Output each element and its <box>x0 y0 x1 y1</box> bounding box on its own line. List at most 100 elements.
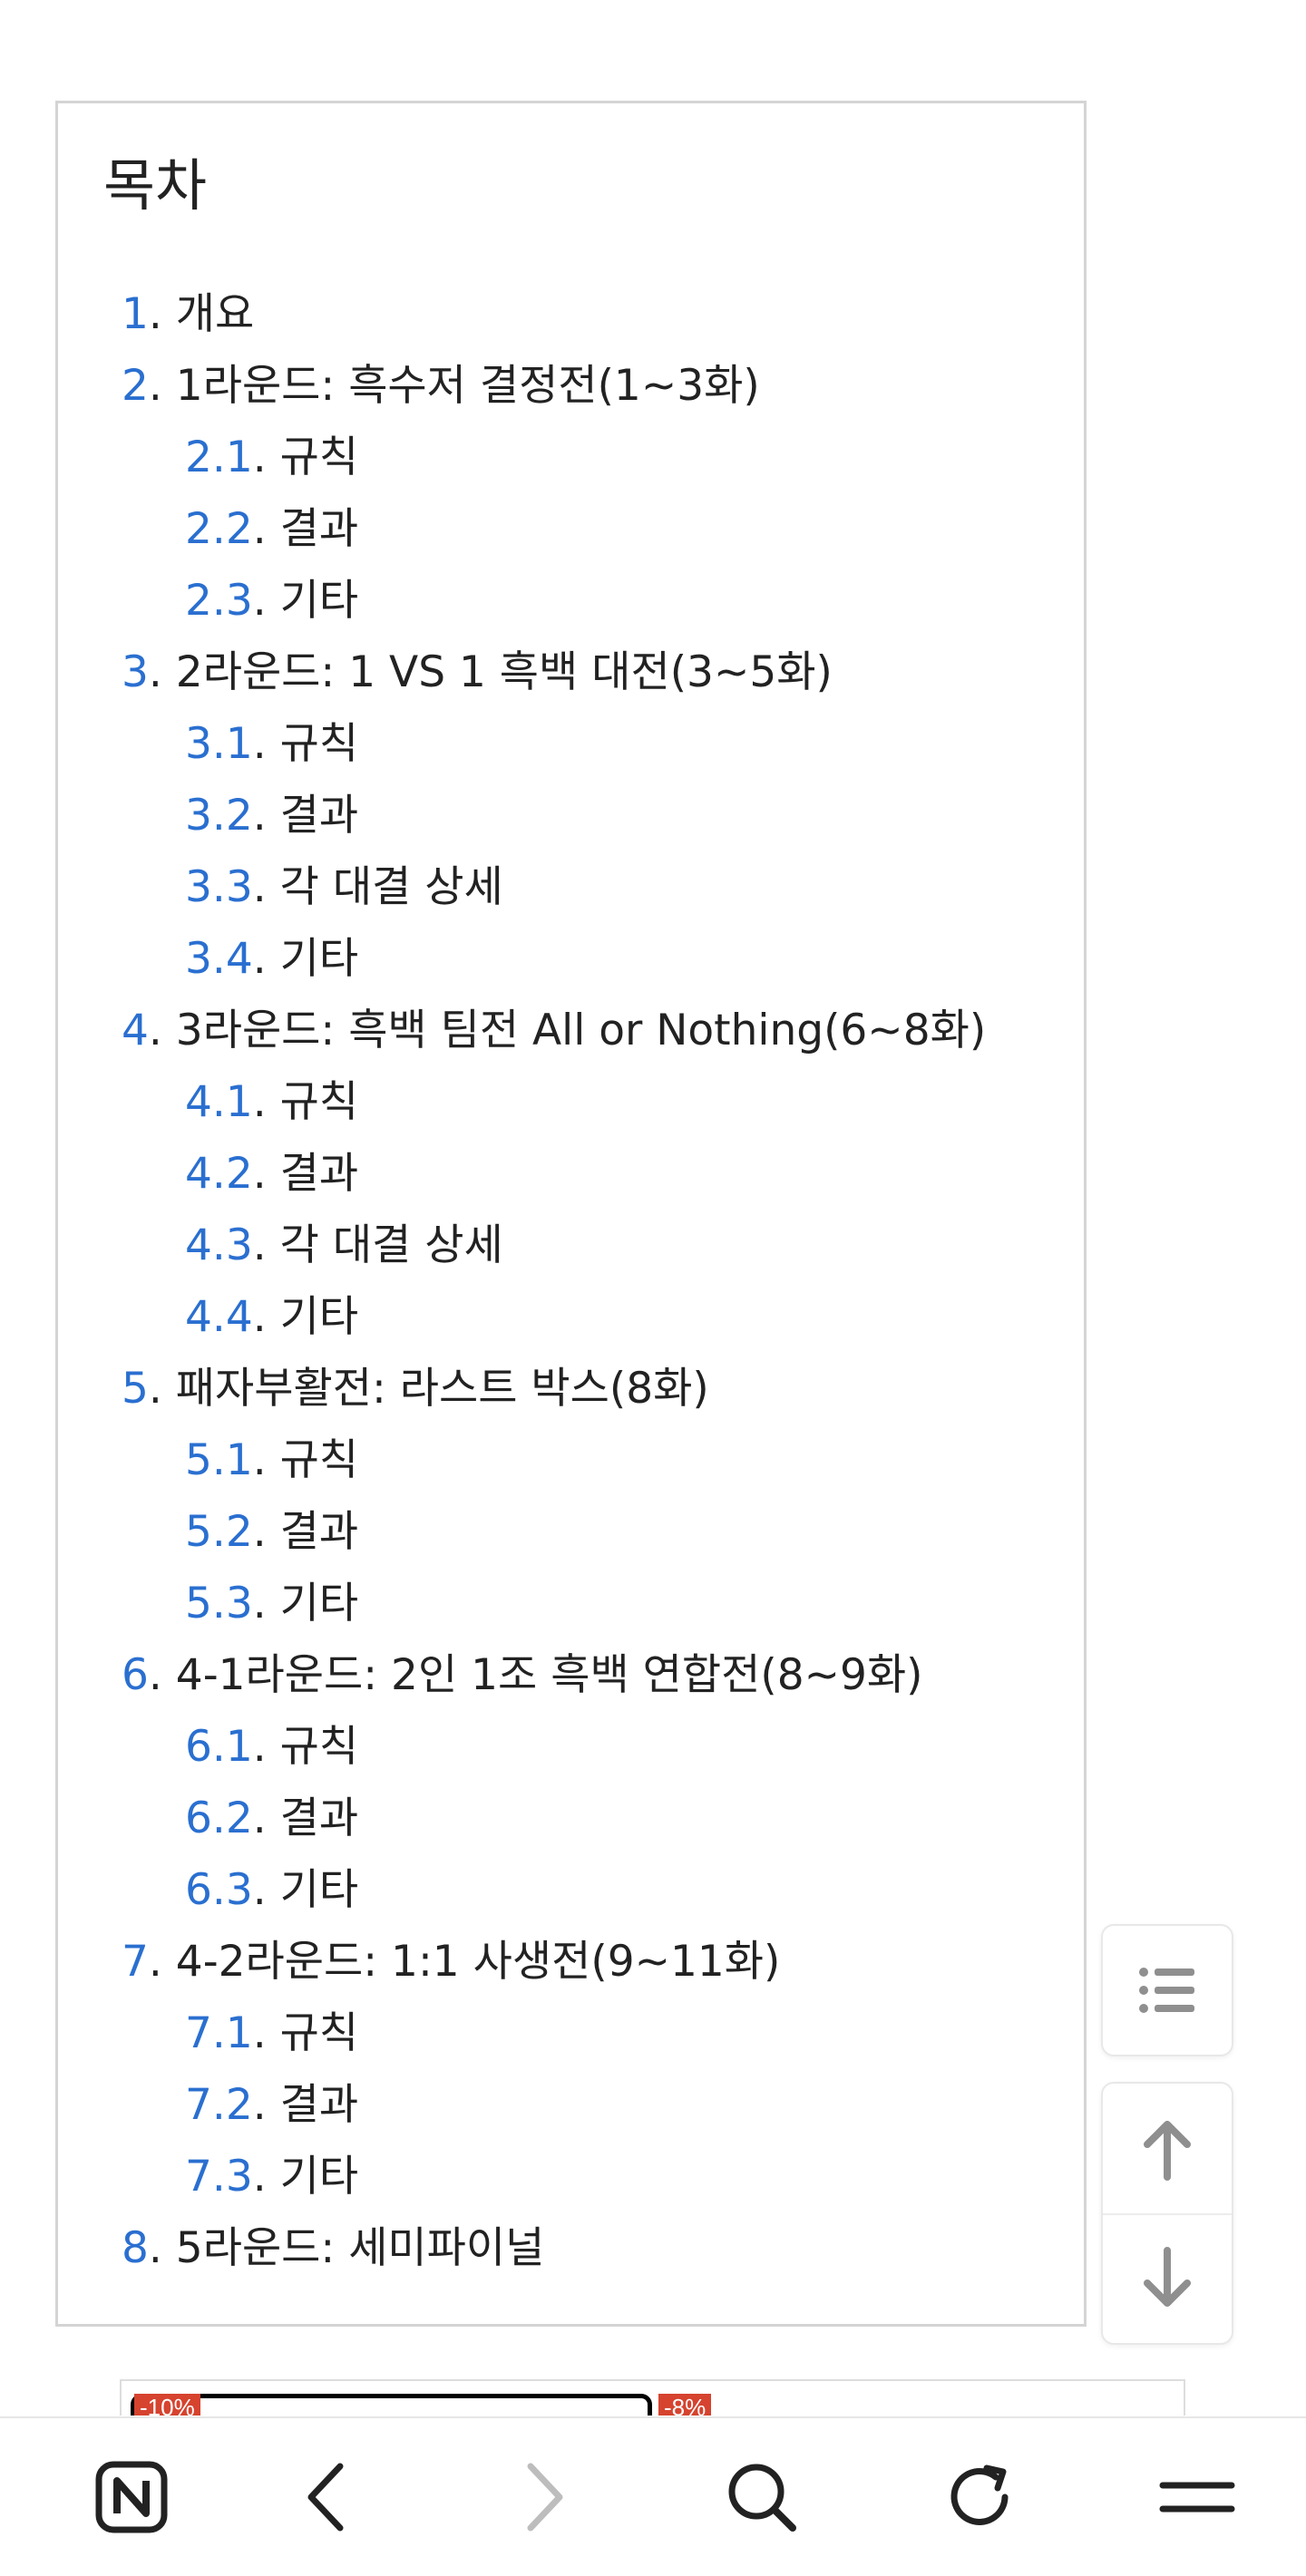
toc-item-separator: . <box>148 2223 176 2273</box>
toc-item-label: 규칙 <box>279 1722 359 1772</box>
toc-item-separator: . <box>252 719 280 769</box>
toc-item-number-link[interactable]: 8 <box>122 2223 149 2273</box>
toc-item-label: 결과 <box>279 791 359 841</box>
toc-item-number-link[interactable]: 2.2 <box>185 504 253 554</box>
arrow-up-icon <box>1144 2120 1191 2181</box>
toc-item: 7.2. 결과 <box>122 2069 986 2141</box>
toc-item-separator: . <box>252 791 280 841</box>
toc-item-number-link[interactable]: 3.2 <box>185 791 253 841</box>
menu-icon <box>1159 2482 1235 2513</box>
toc-item-number-link[interactable]: 6.3 <box>185 1865 253 1915</box>
toc-item-number-link[interactable]: 4.3 <box>185 1220 253 1270</box>
scroll-up-button[interactable] <box>1103 2084 1232 2215</box>
toc-item-number-link[interactable]: 5 <box>122 1364 149 1414</box>
toc-item-separator: . <box>252 862 280 912</box>
toc-item-number-link[interactable]: 5.2 <box>185 1507 253 1557</box>
namuwiki-home-icon <box>95 2461 168 2533</box>
toc-item-number-link[interactable]: 4.2 <box>185 1149 253 1199</box>
refresh-button[interactable] <box>916 2418 1043 2576</box>
toc-item-label: 5라운드: 세미파이널 <box>175 2223 545 2273</box>
toc-item-separator: . <box>252 1722 280 1772</box>
toc-item: 3. 2라운드: 1 VS 1 흑백 대전(3~5화) <box>122 637 986 708</box>
search-button[interactable] <box>698 2418 825 2576</box>
scroll-controls <box>1101 2082 1233 2345</box>
forward-chevron-icon <box>527 2463 563 2532</box>
toc-item-separator: . <box>148 1364 176 1414</box>
toc-item-number-link[interactable]: 4.4 <box>185 1292 253 1342</box>
toc-item-separator: . <box>252 576 280 626</box>
toc-item: 6.1. 규칙 <box>122 1711 986 1783</box>
toc-item: 7. 4-2라운드: 1:1 사생전(9~11화) <box>122 1926 986 1998</box>
toc-item: 6. 4-1라운드: 2인 1조 흑백 연합전(8~9화) <box>122 1639 986 1711</box>
list-icon <box>1139 1968 1194 2013</box>
toc-item-number-link[interactable]: 2.3 <box>185 576 253 626</box>
toc-item: 2. 1라운드: 흑수저 결정전(1~3화) <box>122 350 986 422</box>
toc-item-number-link[interactable]: 3 <box>122 647 149 697</box>
toc-item-number-link[interactable]: 5.3 <box>185 1579 253 1628</box>
toc-item-number-link[interactable]: 7.2 <box>185 2080 253 2130</box>
toc-item-number-link[interactable]: 7.1 <box>185 2008 253 2058</box>
toc-item: 6.2. 결과 <box>122 1783 986 1854</box>
table-of-contents: 목차 1. 개요 2. 1라운드: 흑수저 결정전(1~3화) 2.1. 규칙 2.2… <box>55 101 1087 2327</box>
toc-item-separator: . <box>148 647 176 697</box>
toc-item-number-link[interactable]: 3.1 <box>185 719 253 769</box>
toc-item-separator: . <box>252 1507 280 1557</box>
toc-list: 1. 개요 2. 1라운드: 흑수저 결정전(1~3화) 2.1. 규칙 2.2. 결… <box>122 278 986 2284</box>
toc-item-label: 4-1라운드: 2인 1조 흑백 연합전(8~9화) <box>175 1650 923 1700</box>
forward-button[interactable] <box>481 2418 608 2576</box>
toc-item-number-link[interactable]: 6.2 <box>185 1793 253 1843</box>
toc-item-separator: . <box>148 361 176 411</box>
toc-item-label: 규칙 <box>279 433 359 482</box>
toc-item-separator: . <box>148 1006 176 1055</box>
toc-item-separator: . <box>252 1793 280 1843</box>
toc-item-number-link[interactable]: 6.1 <box>185 1722 253 1772</box>
toc-item-number-link[interactable]: 2.1 <box>185 433 253 482</box>
toc-item-number-link[interactable]: 3.4 <box>185 934 253 984</box>
home-button[interactable] <box>68 2418 195 2576</box>
toc-item-number-link[interactable]: 4.1 <box>185 1077 253 1127</box>
search-icon <box>728 2464 796 2532</box>
toc-item-number-link[interactable]: 7.3 <box>185 2152 253 2202</box>
toc-item-separator: . <box>252 1865 280 1915</box>
toc-item-separator: . <box>252 934 280 984</box>
toc-item-number-link[interactable]: 7 <box>122 1937 149 1987</box>
toc-item-label: 2라운드: 1 VS 1 흑백 대전(3~5화) <box>175 647 833 697</box>
toc-item: 2.2. 결과 <box>122 493 986 565</box>
toc-item-label: 1라운드: 흑수저 결정전(1~3화) <box>175 361 760 411</box>
toc-item-separator: . <box>252 1579 280 1628</box>
toc-item-number-link[interactable]: 3.3 <box>185 862 253 912</box>
toc-item-separator: . <box>252 1149 280 1199</box>
toc-item-label: 기타 <box>279 2152 359 2202</box>
back-button[interactable] <box>263 2418 390 2576</box>
toc-item: 7.1. 규칙 <box>122 1998 986 2069</box>
toc-title: 목차 <box>103 152 208 219</box>
toc-item-label: 기타 <box>279 1865 359 1915</box>
toc-item: 6.3. 기타 <box>122 1854 986 1926</box>
toc-item-label: 규칙 <box>279 1077 359 1127</box>
toc-item: 5. 패자부활전: 라스트 박스(8화) <box>122 1353 986 1424</box>
toc-item-number-link[interactable]: 6 <box>122 1650 149 1700</box>
toc-item-label: 규칙 <box>279 2008 359 2058</box>
ad-product-card[interactable] <box>131 2394 652 2416</box>
toc-item-label: 기타 <box>279 1292 359 1342</box>
toc-item-number-link[interactable]: 2 <box>122 361 149 411</box>
toc-item-label: 기타 <box>279 1579 359 1628</box>
toc-item-separator: . <box>252 1292 280 1342</box>
toc-item-number-link[interactable]: 5.1 <box>185 1435 253 1485</box>
toc-item-label: 4-2라운드: 1:1 사생전(9~11화) <box>175 1937 781 1987</box>
toc-item: 2.1. 규칙 <box>122 422 986 493</box>
scroll-down-button[interactable] <box>1103 2213 1232 2343</box>
toc-item-number-link[interactable]: 1 <box>122 289 149 339</box>
toc-item-separator: . <box>252 1220 280 1270</box>
toc-item-separator: . <box>252 433 280 482</box>
menu-button[interactable] <box>1134 2418 1261 2576</box>
ad-banner[interactable]: -10% -8% <box>120 2379 1185 2416</box>
toc-item-number-link[interactable]: 4 <box>122 1006 149 1055</box>
toc-item: 8. 5라운드: 세미파이널 <box>122 2212 986 2284</box>
toc-item-separator: . <box>148 1650 176 1700</box>
toc-toggle-button[interactable] <box>1101 1924 1233 2056</box>
toc-item: 4.4. 기타 <box>122 1281 986 1353</box>
toc-item-separator: . <box>252 2080 280 2130</box>
toc-item: 4.2. 결과 <box>122 1138 986 1210</box>
toc-item-label: 기타 <box>279 576 359 626</box>
